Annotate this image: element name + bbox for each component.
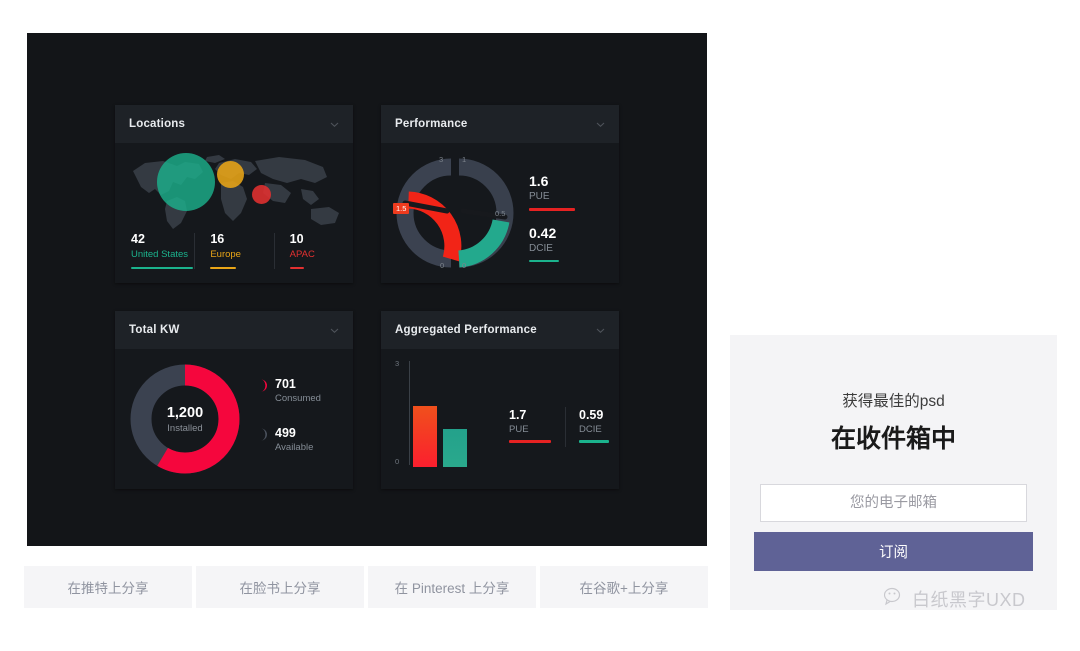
agg-rule: [579, 440, 609, 443]
share-buttons-row: 在推特上分享 在脸书上分享 在 Pinterest 上分享 在谷歌+上分享: [24, 566, 708, 608]
map-bubble-united-states[interactable]: [157, 153, 215, 211]
readout-rule: [529, 208, 575, 211]
donut-sublabel: Installed: [167, 422, 203, 434]
card-body-performance: 3 1.5 0 1 0.5 0 1.6 PUE 0.42 DCIE: [381, 143, 619, 283]
dual-gauge-chart: 3 1.5 0 1 0.5 0: [391, 149, 519, 277]
stat-apac: 10 APAC: [273, 231, 353, 269]
gauge-tick-right-min: 0: [462, 261, 467, 270]
wechat-icon: [883, 587, 906, 612]
stat-united-states: 42 United States: [115, 231, 194, 269]
stat-rule: [131, 266, 193, 269]
stat-rule: [210, 266, 237, 269]
agg-rule: [509, 440, 551, 443]
world-map: [115, 149, 353, 233]
locations-stats-row: 42 United States 16 Europe 10 APAC: [115, 231, 353, 269]
map-bubble-europe[interactable]: [217, 161, 244, 188]
share-button-googleplus[interactable]: 在谷歌+上分享: [540, 566, 708, 608]
card-body-locations: 42 United States 16 Europe 10 APAC: [115, 143, 353, 283]
subscribe-button[interactable]: 订阅: [754, 532, 1033, 571]
agg-label: PUE: [509, 424, 529, 435]
readout-label: DCIE: [529, 242, 553, 254]
performance-readouts: 1.6 PUE 0.42 DCIE: [529, 173, 575, 262]
card-locations: Locations 42 United States 16 Europe 10 …: [115, 105, 353, 283]
watermark-text: 白纸黑字UXD: [912, 590, 1026, 610]
readout-rule: [529, 259, 559, 262]
readout-label: PUE: [529, 191, 550, 202]
subscribe-eyebrow: 获得最佳的psd: [842, 393, 945, 410]
readout-dcie: 0.42 DCIE: [529, 224, 575, 262]
y-axis-line: [409, 361, 410, 465]
y-axis-tick-min: 0: [395, 457, 400, 466]
subscribe-panel: 获得最佳的psd 在收件箱中 订阅: [730, 335, 1057, 610]
donut-center-label: 1,200 Installed: [125, 359, 245, 479]
card-title: Aggregated Performance: [395, 324, 537, 336]
bar-dcie[interactable]: [443, 429, 467, 467]
stat-rule: [289, 266, 304, 269]
card-header-performance: Performance: [381, 105, 619, 143]
chevron-down-icon[interactable]: [596, 120, 605, 129]
stat-value: 10: [289, 231, 304, 246]
card-header-locations: Locations: [115, 105, 353, 143]
bar-chart: 3 0: [395, 359, 505, 469]
gauge-tick-right-mid: 0.5: [495, 209, 506, 218]
readout-value: 1.6: [529, 173, 549, 189]
aggregated-readouts: 1.7 PUE 0.59 DCIE: [509, 407, 619, 447]
card-header-aggregated-performance: Aggregated Performance: [381, 311, 619, 349]
map-bubble-apac[interactable]: [252, 185, 271, 204]
share-button-facebook[interactable]: 在脸书上分享: [196, 566, 364, 608]
legend-item-available: 499 Available: [255, 426, 321, 455]
gauge-tick-right-max: 1: [462, 155, 467, 164]
legend-value: 499: [275, 426, 296, 440]
card-total-kw: Total KW 1,200 Installed 701 Consumed 49…: [115, 311, 353, 489]
stat-label: Europe: [210, 248, 241, 260]
gauge-tick-left-mid: 1.5: [393, 203, 410, 214]
y-axis-tick-max: 3: [395, 359, 400, 368]
stat-value: 16: [210, 231, 225, 246]
gauge-tick-left-max: 3: [439, 155, 444, 164]
chevron-down-icon[interactable]: [596, 326, 605, 335]
chevron-down-icon[interactable]: [330, 326, 339, 335]
donut-chart: 1,200 Installed: [125, 359, 245, 479]
card-title: Total KW: [129, 324, 180, 336]
legend-value: 701: [275, 377, 296, 391]
agg-label: DCIE: [579, 424, 602, 435]
donut-value: 1,200: [166, 404, 204, 421]
card-header-total-kw: Total KW: [115, 311, 353, 349]
crescent-icon-consumed: [255, 379, 267, 393]
chevron-down-icon[interactable]: [330, 120, 339, 129]
crescent-icon-available: [255, 428, 267, 442]
watermark: 白纸黑字UXD: [883, 586, 1026, 612]
stat-value: 42: [131, 231, 145, 246]
legend-item-consumed: 701 Consumed: [255, 377, 321, 406]
dashboard-cards-grid: Locations 42 United States 16 Europe 10 …: [115, 105, 619, 489]
card-body-aggregated-performance: 3 0 1.7 PUE 0.59 DCIE: [381, 349, 619, 489]
subscribe-heading: 在收件箱中: [830, 425, 956, 453]
email-input[interactable]: [760, 484, 1027, 522]
readout-pue: 1.6 PUE: [529, 173, 575, 211]
share-button-pinterest[interactable]: 在 Pinterest 上分享: [368, 566, 536, 608]
card-body-total-kw: 1,200 Installed 701 Consumed 499 Availab…: [115, 349, 353, 489]
agg-readout-pue: 1.7 PUE: [509, 407, 565, 443]
card-performance: Performance 3 1.5 0 1 0.5 0 1.6 PUE 0.42…: [381, 105, 619, 283]
stat-label: United States: [131, 248, 189, 260]
legend-text: 701 Consumed: [275, 377, 321, 406]
gauge-tick-left-min: 0: [440, 261, 445, 270]
agg-value: 1.7: [509, 408, 527, 422]
dashboard-preview-panel: Locations 42 United States 16 Europe 10 …: [27, 33, 707, 546]
card-aggregated-performance: Aggregated Performance 3 0 1.7 PUE 0.59 …: [381, 311, 619, 489]
card-title: Performance: [395, 118, 468, 130]
stat-europe: 16 Europe: [194, 231, 273, 269]
card-title: Locations: [129, 118, 186, 130]
legend-label: Consumed: [275, 393, 321, 404]
readout-value: 0.42: [529, 224, 557, 241]
bar-pue[interactable]: [413, 406, 437, 467]
agg-value: 0.59: [579, 408, 604, 422]
agg-readout-dcie: 0.59 DCIE: [565, 407, 619, 447]
total-kw-legend: 701 Consumed 499 Available: [255, 377, 321, 455]
legend-label: Available: [275, 442, 314, 453]
share-button-twitter[interactable]: 在推特上分享: [24, 566, 192, 608]
stat-label: APAC: [289, 248, 315, 260]
legend-text: 499 Available: [275, 426, 313, 455]
